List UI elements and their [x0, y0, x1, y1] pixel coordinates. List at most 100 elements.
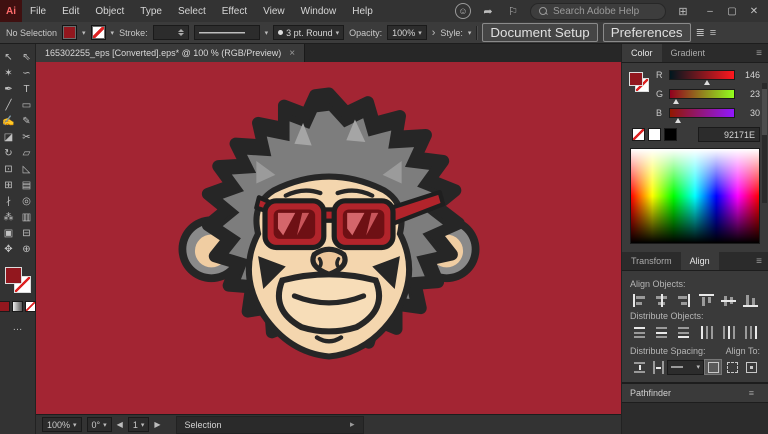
align-horizontal-center-button[interactable]: [652, 292, 670, 308]
slider-thumb-icon[interactable]: [703, 80, 710, 85]
opacity-options-icon[interactable]: ›: [432, 27, 436, 39]
hex-value-input[interactable]: 92171E: [698, 127, 760, 142]
stroke-caret-icon[interactable]: ▾: [111, 29, 115, 37]
scissors-tool[interactable]: ✂: [19, 130, 35, 145]
workspace-switcher-icon[interactable]: ⊞: [675, 5, 691, 18]
magic-wand-tool[interactable]: ✶: [1, 66, 17, 81]
app-icon[interactable]: Ai: [0, 0, 22, 22]
tab-transform[interactable]: Transform: [622, 252, 681, 270]
gradient-mode-button[interactable]: [12, 301, 23, 312]
user-account-icon[interactable]: ☺: [455, 3, 471, 19]
zoom-tool[interactable]: ⊕: [19, 242, 35, 257]
distribute-vertical-top-button[interactable]: [630, 324, 648, 340]
gradient-tool[interactable]: ▤: [19, 178, 35, 193]
lasso-tool[interactable]: ∽: [19, 66, 35, 81]
fill-color-swatch[interactable]: [62, 25, 78, 40]
pencil-tool[interactable]: ✎: [19, 114, 35, 129]
fill-swatch[interactable]: [4, 267, 22, 284]
pathfinder-panel-header[interactable]: Pathfinder ≡: [622, 383, 768, 403]
rotate-tool[interactable]: ↻: [1, 146, 17, 161]
preferences-button[interactable]: Preferences: [602, 23, 691, 42]
stepper-arrows-icon[interactable]: [177, 29, 184, 36]
fill-caret-icon[interactable]: ▾: [82, 29, 86, 37]
stroke-color-swatch[interactable]: [90, 25, 106, 40]
next-artboard-icon[interactable]: ▶: [154, 420, 160, 429]
distribute-horizontal-center-button[interactable]: [720, 324, 738, 340]
artboard[interactable]: [36, 62, 622, 414]
line-segment-tool[interactable]: ╱: [1, 98, 17, 113]
status-menu-icon[interactable]: ▸: [350, 419, 355, 430]
blend-tool[interactable]: ◎: [19, 194, 35, 209]
menu-item[interactable]: Type: [132, 0, 170, 22]
tab-gradient[interactable]: Gradient: [662, 44, 715, 62]
document-tab[interactable]: 165302255_eps [Converted].eps* @ 100 % (…: [36, 44, 306, 62]
menu-item[interactable]: Select: [170, 0, 214, 22]
artboard-navigation-dropdown[interactable]: 1 ▾: [127, 417, 150, 432]
align-vertical-top-button[interactable]: [697, 292, 715, 308]
tab-align[interactable]: Align: [680, 252, 719, 270]
black-swatch[interactable]: [664, 128, 677, 141]
distribute-horizontal-left-button[interactable]: [697, 324, 715, 340]
previous-artboard-icon[interactable]: ◀: [117, 420, 123, 429]
scale-tool[interactable]: ▱: [19, 146, 35, 161]
align-to-key-object-button[interactable]: [742, 359, 760, 375]
slice-tool[interactable]: ⊟: [19, 226, 35, 241]
rotation-dropdown[interactable]: 0° ▾: [86, 417, 112, 432]
none-mode-button[interactable]: [25, 301, 36, 312]
fill-stroke-controls[interactable]: [4, 267, 31, 293]
channel-slider[interactable]: [669, 89, 735, 104]
mesh-tool[interactable]: ⊞: [1, 178, 17, 193]
control-panel-menu-icon[interactable]: ≡: [710, 27, 716, 39]
align-to-artboard-button[interactable]: [704, 359, 722, 375]
align-vertical-center-button[interactable]: [720, 292, 738, 308]
symbol-sprayer-tool[interactable]: ⁂: [1, 210, 17, 225]
spacing-value-dropdown[interactable]: ▾: [667, 359, 704, 375]
panel-fill-stroke-indicator[interactable]: [629, 72, 649, 92]
align-panel-menu-icon[interactable]: ≡: [750, 252, 768, 270]
channel-value[interactable]: 146: [740, 70, 760, 80]
align-horizontal-right-button[interactable]: [675, 292, 693, 308]
share-icon[interactable]: ➦: [480, 5, 496, 18]
help-search-input[interactable]: Search Adobe Help: [530, 2, 666, 20]
selection-tool[interactable]: ↖: [1, 50, 17, 65]
minimize-button[interactable]: –: [700, 1, 720, 21]
distribute-vertical-center-button[interactable]: [652, 324, 670, 340]
restore-button[interactable]: ▢: [722, 1, 742, 21]
zoom-dropdown[interactable]: 100% ▾: [42, 417, 82, 432]
slider-thumb-icon[interactable]: [672, 99, 679, 104]
opacity-input[interactable]: 100% ▾: [387, 25, 427, 40]
align-options-icon[interactable]: ≣: [696, 26, 705, 39]
slider-thumb-icon[interactable]: [674, 118, 681, 123]
monkey-artwork[interactable]: [173, 78, 485, 398]
artboard-tool[interactable]: ▣: [1, 226, 17, 241]
edit-toolbar-button[interactable]: …: [13, 322, 23, 333]
menu-item[interactable]: Edit: [54, 0, 87, 22]
panel-scrollbar[interactable]: [762, 83, 767, 203]
hand-tool[interactable]: ✥: [1, 242, 17, 257]
tab-color[interactable]: Color: [622, 44, 662, 62]
channel-slider[interactable]: [669, 108, 735, 123]
pathfinder-menu-icon[interactable]: ≡: [743, 388, 760, 398]
menu-item[interactable]: Help: [344, 0, 381, 22]
eyedropper-tool[interactable]: ∤: [1, 194, 17, 209]
direct-selection-tool[interactable]: ⇖: [19, 50, 35, 65]
pen-tool[interactable]: ✒: [1, 82, 17, 97]
perspective-grid-tool[interactable]: ◺: [19, 162, 35, 177]
color-mode-button[interactable]: [0, 301, 10, 312]
menu-item[interactable]: Object: [87, 0, 132, 22]
distribute-horizontal-right-button[interactable]: [742, 324, 760, 340]
paintbrush-tool[interactable]: ✍: [1, 114, 17, 129]
channel-slider[interactable]: [669, 70, 735, 85]
profile-caret-icon[interactable]: ▾: [265, 29, 269, 37]
type-tool[interactable]: T: [19, 82, 35, 97]
free-transform-tool[interactable]: ⊡: [1, 162, 17, 177]
tab-close-icon[interactable]: ×: [289, 48, 295, 59]
column-graph-tool[interactable]: ▥: [19, 210, 35, 225]
document-setup-button[interactable]: Document Setup: [482, 23, 598, 42]
menu-item[interactable]: File: [22, 0, 54, 22]
menu-item[interactable]: Window: [293, 0, 345, 22]
align-to-selection-button[interactable]: [723, 359, 741, 375]
stroke-weight-stepper[interactable]: [152, 25, 189, 40]
close-button[interactable]: ✕: [744, 1, 764, 21]
align-vertical-bottom-button[interactable]: [742, 292, 760, 308]
